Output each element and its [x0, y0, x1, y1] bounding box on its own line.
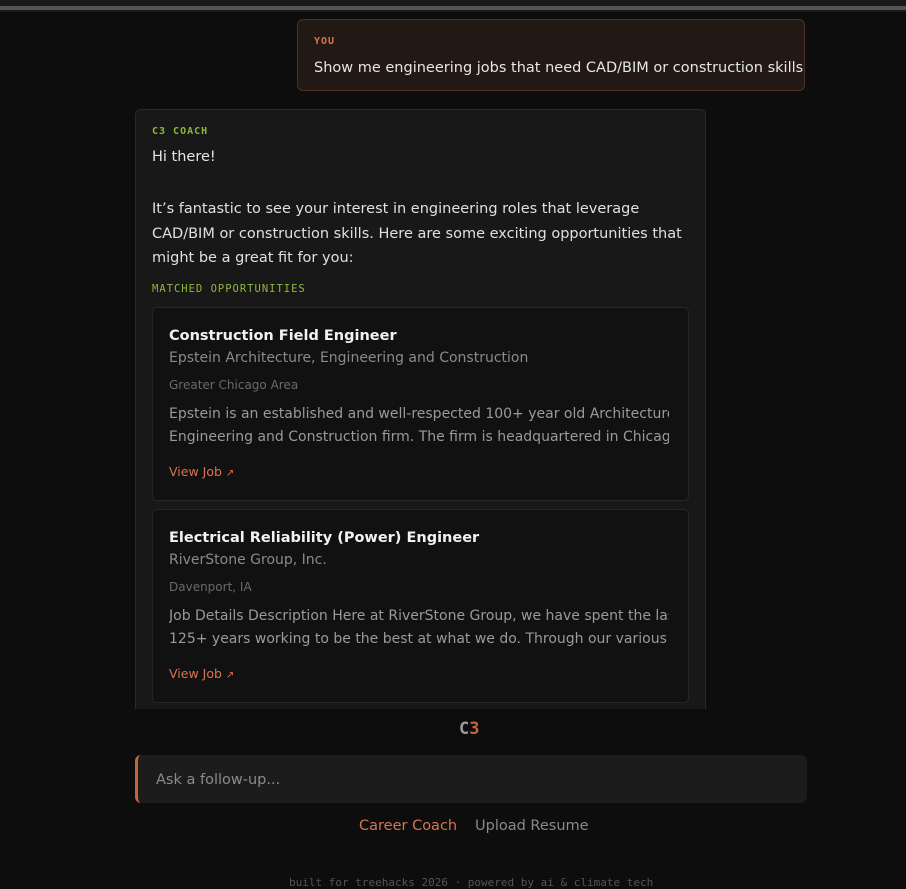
user-message-label: YOU: [314, 36, 336, 47]
logo-number: 3: [469, 719, 480, 739]
job-company: Epstein Architecture, Engineering and Co…: [169, 350, 529, 366]
job-title: Electrical Reliability (Power) Engineer: [169, 530, 480, 546]
user-message: YOU Show me engineering jobs that need C…: [297, 19, 805, 91]
view-job-link[interactable]: View Job ↗: [169, 666, 234, 681]
logo-letter: C: [459, 719, 470, 739]
job-description-line: 125+ years working to be the best at wha…: [169, 630, 669, 647]
window-top-bar: [0, 0, 906, 12]
job-card: Construction Field Engineer Epstein Arch…: [152, 307, 689, 501]
follow-up-input[interactable]: [154, 755, 798, 805]
job-title: Construction Field Engineer: [169, 328, 397, 344]
nav-upload-resume[interactable]: Upload Resume: [475, 818, 589, 834]
coach-greeting: Hi there!: [152, 149, 216, 165]
job-location: Davenport, IA: [169, 580, 252, 594]
footer-text: built for treehacks 2026 · powered by ai…: [289, 876, 654, 889]
job-description: Job Details Description Here at RiverSto…: [169, 605, 669, 650]
job-description-line: Job Details Description Here at RiverSto…: [169, 608, 669, 624]
coach-label: C3 COACH: [152, 126, 209, 137]
job-description: Epstein is an established and well-respe…: [169, 403, 669, 448]
c3-logo: C3: [459, 719, 480, 739]
arrow-up-right-icon: ↗: [225, 670, 235, 681]
user-message-text: Show me engineering jobs that need CAD/B…: [314, 60, 804, 76]
view-job-label: View Job: [169, 464, 222, 479]
nav-career-coach[interactable]: Career Coach: [359, 818, 457, 834]
view-job-link[interactable]: View Job ↗: [169, 464, 234, 479]
follow-up-input-box: [135, 755, 807, 805]
view-job-label: View Job: [169, 666, 222, 681]
job-description-line: Engineering and Construction firm. The f…: [169, 428, 669, 445]
job-company: RiverStone Group, Inc.: [169, 552, 327, 568]
coach-response: C3 COACH Hi there! It’s fantastic to see…: [135, 109, 706, 709]
job-location: Greater Chicago Area: [169, 378, 299, 392]
job-description-line: Epstein is an established and well-respe…: [169, 406, 669, 422]
coach-body-text: It’s fantastic to see your interest in e…: [152, 201, 682, 266]
arrow-up-right-icon: ↗: [225, 468, 235, 479]
top-bar-line: [0, 6, 906, 10]
job-card: Electrical Reliability (Power) Engineer …: [152, 509, 689, 703]
matched-opportunities-label: MATCHED OPPORTUNITIES: [152, 283, 306, 295]
